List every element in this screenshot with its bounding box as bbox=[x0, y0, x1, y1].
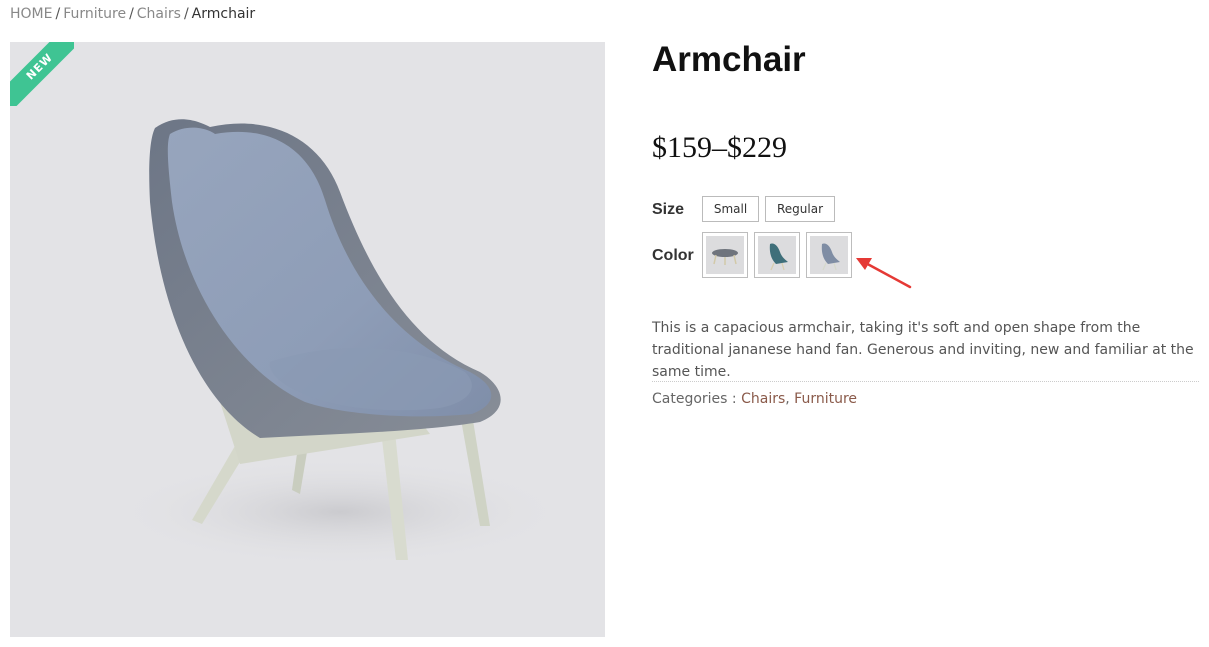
breadcrumb-current: Armchair bbox=[191, 6, 256, 22]
footstool-thumbnail bbox=[706, 236, 744, 274]
teal-armchair-thumbnail bbox=[758, 236, 796, 274]
size-option-small[interactable]: Small bbox=[702, 196, 759, 222]
category-link-furniture[interactable]: Furniture bbox=[794, 391, 857, 407]
armchair-photo bbox=[110, 119, 570, 567]
blue-grey-armchair-thumbnail bbox=[810, 236, 848, 274]
size-option-regular[interactable]: Regular bbox=[765, 196, 835, 222]
color-swatch-footstool[interactable] bbox=[702, 232, 748, 278]
divider bbox=[652, 381, 1199, 382]
breadcrumb-separator: / bbox=[129, 6, 134, 22]
color-label: Color bbox=[652, 247, 694, 264]
breadcrumb: HOME / Furniture / Chairs / Armchair bbox=[10, 5, 255, 23]
product-categories: Categories : Chairs, Furniture bbox=[652, 389, 857, 409]
color-swatch-blue-grey[interactable] bbox=[806, 232, 852, 278]
annotation-arrow-icon bbox=[856, 258, 912, 289]
breadcrumb-link-furniture[interactable]: Furniture bbox=[63, 6, 126, 22]
product-title: Armchair bbox=[652, 40, 806, 79]
category-link-chairs[interactable]: Chairs bbox=[741, 391, 785, 407]
product-image[interactable]: NEW bbox=[10, 42, 605, 637]
product-description: This is a capacious armchair, taking it'… bbox=[652, 320, 1194, 380]
categories-label: Categories : bbox=[652, 391, 737, 407]
breadcrumb-link-home[interactable]: HOME bbox=[10, 6, 52, 22]
size-label: Size bbox=[652, 201, 685, 218]
color-swatch-teal[interactable] bbox=[754, 232, 800, 278]
new-badge-label: NEW bbox=[10, 42, 74, 106]
breadcrumb-separator: / bbox=[55, 6, 61, 22]
product-price: $159–$229 bbox=[652, 131, 787, 164]
product-page: HOME / Furniture / Chairs / Armchair NEW… bbox=[0, 0, 1209, 647]
breadcrumb-separator: / bbox=[183, 6, 189, 22]
categories-separator: , bbox=[785, 391, 795, 407]
breadcrumb-link-chairs[interactable]: Chairs bbox=[137, 6, 181, 22]
new-badge: NEW bbox=[10, 42, 74, 106]
